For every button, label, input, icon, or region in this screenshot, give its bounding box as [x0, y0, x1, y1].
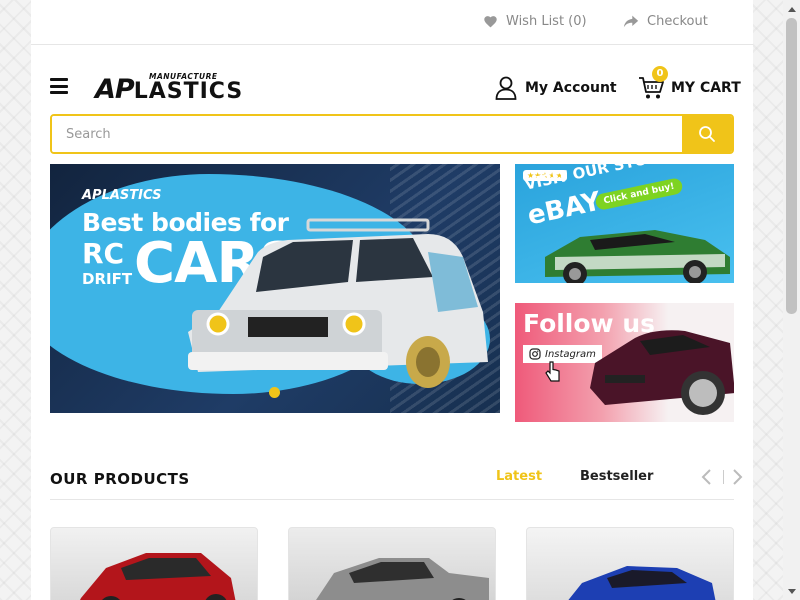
- instagram-icon: [529, 348, 541, 360]
- share-arrow-icon: [623, 15, 639, 28]
- search-icon: [699, 126, 715, 142]
- cart-count-badge: 0: [652, 66, 668, 82]
- arrow-divider: [723, 470, 724, 484]
- instagram-banner[interactable]: Follow us Instagram: [515, 303, 734, 422]
- heart-icon: [484, 16, 497, 28]
- products-section-header: OUR PRODUCTS Latest Bestseller: [50, 464, 743, 500]
- search-button[interactable]: [682, 116, 732, 152]
- site-logo[interactable]: MANUFACTURE AP LASTICS: [95, 72, 295, 104]
- checkout-label: Checkout: [647, 14, 708, 29]
- wishlist-label: Wish List (0): [506, 14, 587, 29]
- page: Wish List (0) Checkout MANUFACTURE AP LA…: [31, 0, 753, 600]
- my-cart-link[interactable]: 0 MY CART: [638, 66, 741, 100]
- header: MANUFACTURE AP LASTICS My Account 0 MY C…: [31, 66, 753, 110]
- product-image-red-car: [80, 553, 236, 600]
- tab-latest[interactable]: Latest: [496, 469, 542, 484]
- search-input[interactable]: [52, 116, 682, 152]
- scrollbar-thumb[interactable]: [786, 18, 797, 314]
- slider-dot-active[interactable]: [269, 387, 280, 398]
- hamburger-menu-icon[interactable]: [50, 78, 68, 94]
- chevron-left-icon[interactable]: [700, 468, 714, 486]
- top-bar: Wish List (0) Checkout: [31, 0, 753, 45]
- checkout-link[interactable]: Checkout: [623, 14, 708, 29]
- tab-bestseller[interactable]: Bestseller: [580, 469, 653, 484]
- scroll-down-arrow-icon[interactable]: [783, 583, 800, 600]
- hero-slider[interactable]: APLASTICS Best bodies for RC DRIFT CARS: [50, 164, 500, 413]
- logo-ap: AP: [95, 74, 135, 105]
- hero-drift: DRIFT: [82, 270, 133, 288]
- wishlist-link[interactable]: Wish List (0): [483, 14, 587, 29]
- product-card[interactable]: [526, 527, 734, 600]
- products-title: OUR PRODUCTS: [50, 470, 190, 488]
- my-account-link[interactable]: My Account: [495, 76, 617, 100]
- ebay-click-buy-badge: Click and buy!: [594, 177, 684, 211]
- my-account-label: My Account: [525, 80, 617, 96]
- product-card[interactable]: [288, 527, 496, 600]
- my-cart-label: MY CART: [671, 80, 741, 96]
- product-image-silver-pickup: [316, 558, 489, 600]
- ebay-store-banner[interactable]: ★★★★★ VISIT OUR STORE eBAY Click and buy…: [515, 164, 734, 283]
- hero-car-image: [188, 218, 488, 388]
- chevron-right-icon[interactable]: [730, 468, 744, 486]
- instagram-car-image: [590, 330, 734, 415]
- product-image-blue-car: [568, 566, 716, 600]
- hero-rc: RC: [82, 237, 125, 270]
- hand-cursor-icon: [545, 361, 560, 382]
- scroll-up-arrow-icon[interactable]: [783, 0, 800, 17]
- ebay-car-image: [545, 230, 730, 283]
- logo-text: LASTICS: [133, 79, 244, 104]
- vertical-scrollbar[interactable]: [783, 0, 800, 600]
- search-bar: [50, 114, 734, 154]
- user-icon: [495, 76, 517, 100]
- hero-logo: APLASTICS: [82, 188, 162, 203]
- product-card[interactable]: [50, 527, 258, 600]
